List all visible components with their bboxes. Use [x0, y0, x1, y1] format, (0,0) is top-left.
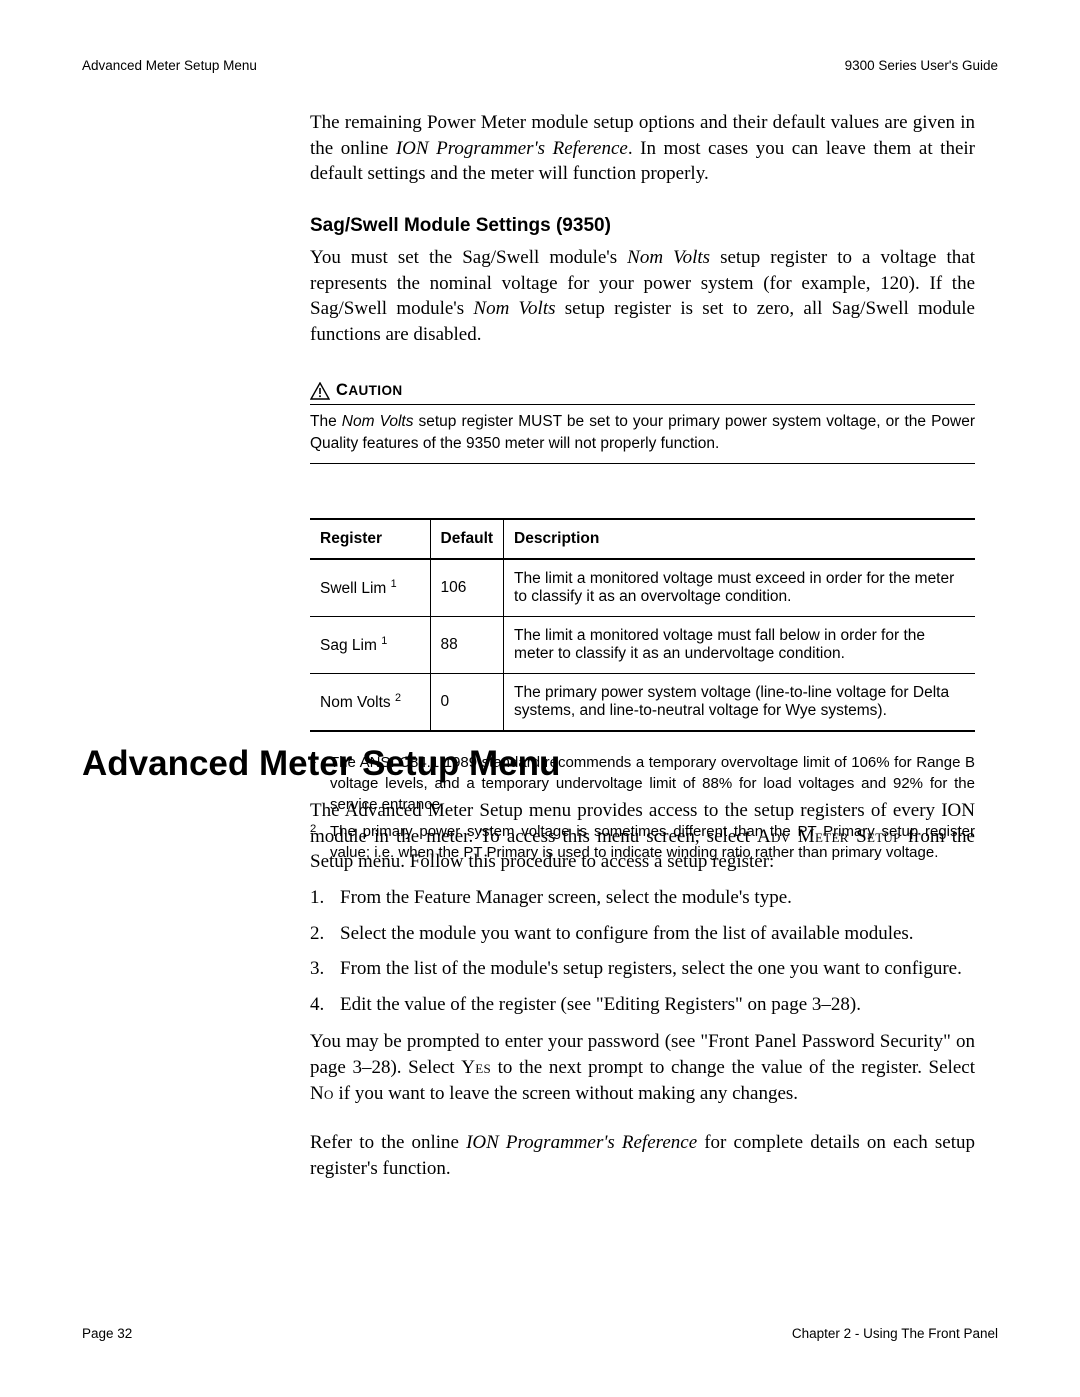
list-number: 4.	[310, 992, 340, 1018]
cell-register: Nom Volts 2	[310, 673, 430, 731]
caution-header: CAUTION	[310, 381, 975, 400]
sag-text-a: You must set the Sag/Swell module's	[310, 247, 627, 268]
caution-a: The	[310, 413, 342, 430]
adv-reference-paragraph: Refer to the online ION Programmer's Ref…	[310, 1130, 975, 1181]
register-table: Register Default Description Swell Lim 1…	[310, 518, 975, 732]
adv-p2-b: to the next prompt to change the value o…	[491, 1057, 975, 1078]
reg-name: Sag Lim	[320, 637, 377, 654]
adv-p2-c: if you want to leave the screen without …	[334, 1083, 798, 1104]
th-description: Description	[504, 519, 975, 559]
adv-p3-a: Refer to the online	[310, 1132, 466, 1153]
caution-rule-top	[310, 404, 975, 405]
cell-register: Swell Lim 1	[310, 559, 430, 617]
reg-name: Nom Volts	[320, 694, 391, 711]
adv-p2-no: No	[310, 1083, 334, 1104]
header-right: 9300 Series User's Guide	[845, 58, 998, 73]
table-row: Sag Lim 1 88 The limit a monitored volta…	[310, 616, 975, 673]
warning-icon	[310, 382, 330, 400]
cell-register: Sag Lim 1	[310, 616, 430, 673]
footer-page-number: Page 32	[82, 1326, 132, 1341]
caution-block: CAUTION The Nom Volts setup register MUS…	[310, 381, 975, 463]
section-heading: Advanced Meter Setup Menu	[82, 744, 560, 784]
reg-sup: 2	[395, 692, 401, 704]
adv-p2-yes: Yes	[461, 1057, 491, 1078]
caution-text: The Nom Volts setup register MUST be set…	[310, 411, 975, 454]
th-default: Default	[430, 519, 504, 559]
page: Advanced Meter Setup Menu 9300 Series Us…	[0, 0, 1080, 1397]
cell-default: 0	[430, 673, 504, 731]
intro-ref-italic: ION Programmer's Reference	[396, 138, 628, 159]
caution-label-cap: C	[336, 381, 348, 399]
reg-sup: 1	[381, 635, 387, 647]
list-text: Edit the value of the register (see "Edi…	[340, 992, 975, 1018]
running-header: Advanced Meter Setup Menu 9300 Series Us…	[82, 58, 998, 73]
table-row: Swell Lim 1 106 The limit a monitored vo…	[310, 559, 975, 617]
list-item: 2. Select the module you want to configu…	[310, 921, 975, 947]
cell-default: 106	[430, 559, 504, 617]
adv-password-paragraph: You may be prompted to enter your passwo…	[310, 1029, 975, 1106]
sag-swell-paragraph: You must set the Sag/Swell module's Nom …	[310, 245, 975, 348]
list-number: 3.	[310, 956, 340, 982]
caution-rule-bottom	[310, 463, 975, 464]
intro-paragraph: The remaining Power Meter module setup o…	[310, 110, 975, 187]
header-left: Advanced Meter Setup Menu	[82, 58, 257, 73]
table-header-row: Register Default Description	[310, 519, 975, 559]
table-row: Nom Volts 2 0 The primary power system v…	[310, 673, 975, 731]
footer-chapter: Chapter 2 - Using The Front Panel	[792, 1326, 998, 1341]
sag-italic-2: Nom Volts	[473, 298, 555, 319]
sag-italic-1: Nom Volts	[627, 247, 710, 268]
cell-description: The primary power system voltage (line-t…	[504, 673, 975, 731]
caution-italic: Nom Volts	[342, 413, 414, 430]
caution-label-rest: AUTION	[348, 383, 402, 398]
list-number: 2.	[310, 921, 340, 947]
procedure-list: 1. From the Feature Manager screen, sele…	[310, 885, 975, 1018]
adv-p1-smallcaps: Adv Meter Setup	[757, 826, 901, 847]
cell-description: The limit a monitored voltage must fall …	[504, 616, 975, 673]
reg-name: Swell Lim	[320, 580, 386, 597]
cell-description: The limit a monitored voltage must excee…	[504, 559, 975, 617]
list-item: 1. From the Feature Manager screen, sele…	[310, 885, 975, 911]
sag-swell-heading: Sag/Swell Module Settings (9350)	[310, 215, 975, 237]
adv-intro-paragraph: The Advanced Meter Setup menu provides a…	[310, 798, 975, 875]
list-text: From the list of the module's setup regi…	[340, 956, 975, 982]
list-number: 1.	[310, 885, 340, 911]
th-register: Register	[310, 519, 430, 559]
content-column-bottom: The Advanced Meter Setup menu provides a…	[310, 798, 975, 1182]
list-text: From the Feature Manager screen, select …	[340, 885, 975, 911]
reg-sup: 1	[391, 578, 397, 590]
list-text: Select the module you want to configure …	[340, 921, 975, 947]
cell-default: 88	[430, 616, 504, 673]
adv-p3-italic: ION Programmer's Reference	[466, 1132, 697, 1153]
list-item: 4. Edit the value of the register (see "…	[310, 992, 975, 1018]
running-footer: Page 32 Chapter 2 - Using The Front Pane…	[82, 1326, 998, 1341]
list-item: 3. From the list of the module's setup r…	[310, 956, 975, 982]
